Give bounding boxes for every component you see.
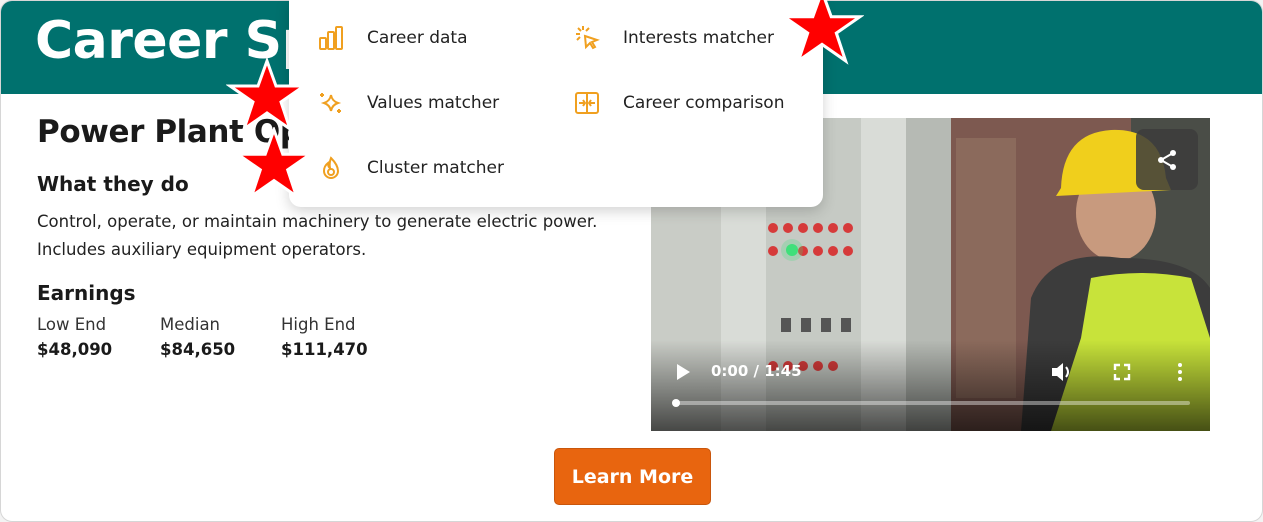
bar-chart-icon bbox=[317, 24, 345, 52]
menu-item-label: Career comparison bbox=[623, 93, 785, 113]
marker-star-icon bbox=[234, 127, 314, 200]
earnings-value: $48,090 bbox=[37, 340, 113, 359]
menu-item-career-comparison[interactable]: Career comparison bbox=[573, 89, 784, 117]
earnings-label: Low End bbox=[37, 315, 107, 334]
volume-icon[interactable] bbox=[1050, 361, 1074, 383]
earnings-label: Median bbox=[160, 315, 221, 334]
earnings-heading: Earnings bbox=[37, 281, 136, 305]
more-options-icon[interactable] bbox=[1172, 361, 1188, 383]
what-they-do-heading: What they do bbox=[37, 172, 189, 196]
earnings-label: High End bbox=[281, 315, 356, 334]
menu-item-label: Cluster matcher bbox=[367, 158, 504, 178]
earnings-median: Median $84,650 bbox=[160, 315, 235, 359]
menu-item-label: Values matcher bbox=[367, 93, 500, 113]
flame-icon bbox=[317, 154, 345, 182]
earnings-value: $111,470 bbox=[281, 340, 368, 359]
marker-star-icon bbox=[226, 58, 308, 133]
video-progress-bar[interactable] bbox=[673, 401, 1190, 405]
compare-icon bbox=[573, 89, 601, 117]
sparkle-icon bbox=[317, 89, 345, 117]
menu-item-values-matcher[interactable]: Values matcher bbox=[317, 89, 499, 117]
video-controls bbox=[651, 340, 1210, 431]
learn-more-button[interactable]: Learn More bbox=[554, 448, 711, 505]
play-icon[interactable] bbox=[674, 362, 692, 382]
career-description: Control, operate, or maintain machinery … bbox=[37, 212, 598, 259]
marker-star-icon bbox=[780, 0, 864, 65]
video-time: 0:00 / 1:45 bbox=[711, 362, 802, 380]
menu-item-cluster-matcher[interactable]: Cluster matcher bbox=[317, 154, 504, 182]
earnings-value: $84,650 bbox=[160, 340, 236, 359]
tools-dropdown-menu: Career data Interests matcher Values mat… bbox=[289, 0, 823, 207]
fullscreen-icon[interactable] bbox=[1112, 362, 1132, 382]
menu-item-label: Interests matcher bbox=[623, 28, 774, 48]
menu-item-career-data[interactable]: Career data bbox=[317, 24, 468, 52]
share-icon bbox=[1158, 149, 1176, 170]
share-button[interactable] bbox=[1136, 129, 1198, 190]
video-progress-handle[interactable] bbox=[672, 399, 680, 407]
menu-item-interests-matcher[interactable]: Interests matcher bbox=[573, 24, 774, 52]
menu-item-label: Career data bbox=[367, 28, 468, 48]
cursor-click-icon bbox=[573, 24, 601, 52]
earnings-low: Low End $48,090 bbox=[37, 315, 112, 359]
earnings-high: High End $111,470 bbox=[281, 315, 368, 359]
